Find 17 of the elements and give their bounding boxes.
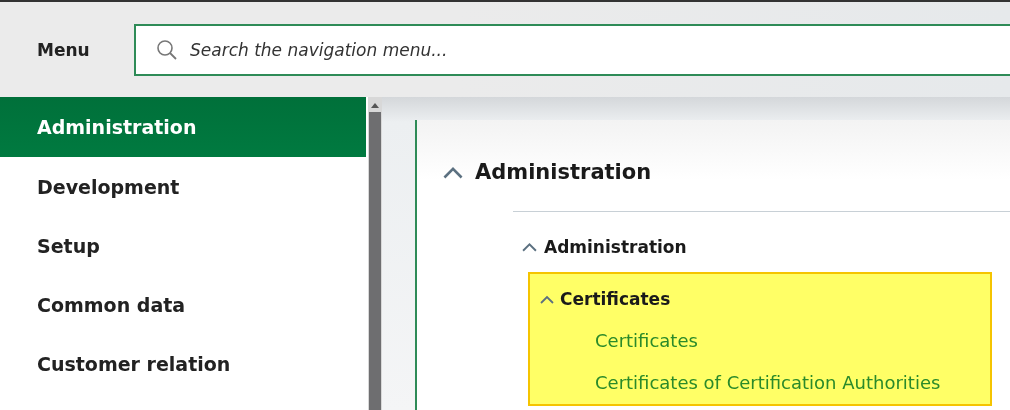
sidebar-item[interactable]: Customer relation — [0, 334, 367, 393]
search-field[interactable]: Search the navigation menu... — [134, 23, 1010, 76]
chevron-up-icon[interactable] — [522, 242, 537, 252]
sidebar-item[interactable]: Setup — [0, 216, 367, 275]
chevron-up-icon[interactable] — [443, 165, 463, 179]
scroll-up-arrow-icon[interactable] — [370, 101, 381, 109]
sidebar-item[interactable]: Administration — [0, 97, 367, 157]
menu-link[interactable]: Certificates of Certification Authorities — [530, 362, 990, 404]
menu-title: Menu — [37, 39, 91, 60]
sidebar-item[interactable]: Development — [0, 157, 367, 216]
chevron-up-icon[interactable] — [540, 294, 554, 304]
section-heading[interactable]: Certificates — [560, 289, 671, 309]
section-heading[interactable]: Administration — [544, 237, 687, 257]
sidebar-item[interactable]: Common data — [0, 275, 367, 334]
search-icon — [156, 38, 178, 61]
menu-link[interactable]: Certificates — [530, 320, 990, 362]
section-heading[interactable]: Administration — [475, 160, 652, 184]
